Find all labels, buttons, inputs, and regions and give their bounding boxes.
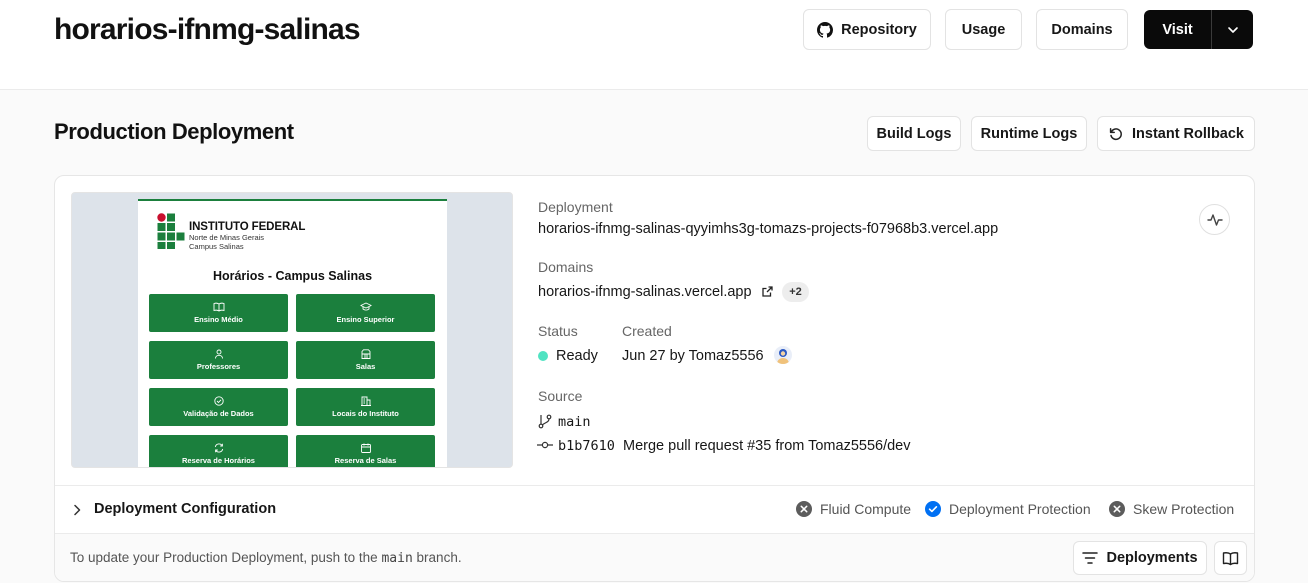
instant-rollback-label: Instant Rollback (1132, 125, 1244, 142)
project-title: horarios-ifnmg-salinas (54, 13, 361, 46)
x-circle-icon (1109, 501, 1125, 517)
domains-label: Domains (1051, 21, 1113, 38)
footer-text-before: To update your Production Deployment, pu… (70, 550, 378, 565)
build-logs-label: Build Logs (876, 125, 952, 142)
deployment-url-link[interactable]: horarios-ifnmg-salinas-qyyimhs3g-tomazs-… (538, 221, 998, 237)
observability-button[interactable] (1199, 204, 1230, 235)
institute-name: INSTITUTO FEDERAL (189, 221, 306, 233)
preview-page: INSTITUTO FEDERAL Norte de Minas Gerais … (138, 199, 447, 467)
tile-label: Validação de Dados (183, 409, 254, 418)
tile-validacao: Validação de Dados (149, 388, 288, 426)
created-label: Created (622, 323, 672, 339)
status-label: Status (538, 323, 578, 339)
institute-logo-icon (157, 213, 185, 249)
domains-button[interactable]: Domains (1036, 9, 1128, 50)
commit-hash-link[interactable]: b1b7610 (558, 438, 615, 454)
tile-label: Reserva de Salas (334, 456, 397, 465)
x-circle-icon (796, 501, 812, 517)
institute-subtitle-1: Norte de Minas Gerais (189, 233, 265, 242)
deployment-label: Deployment (538, 199, 613, 215)
tile-label: Locais do Instituto (332, 409, 399, 418)
tile-label: Reserva de Horários (182, 456, 255, 465)
footer-branch: main (381, 551, 413, 566)
instant-rollback-button[interactable]: Instant Rollback (1097, 116, 1255, 151)
deployments-button[interactable]: Deployments (1073, 541, 1207, 575)
visit-split-button: Visit (1144, 10, 1253, 49)
skew-protection-status: Skew Protection (1109, 501, 1234, 517)
deployment-configuration-label: Deployment Configuration (94, 501, 277, 517)
source-label: Source (538, 388, 583, 404)
avatar[interactable] (774, 346, 792, 364)
tile-label: Salas (355, 362, 376, 371)
project-header: horarios-ifnmg-salinas Repository Usage … (0, 0, 1308, 90)
user-icon (214, 349, 223, 359)
book-icon (213, 302, 224, 312)
usage-button[interactable]: Usage (945, 9, 1022, 50)
rollback-icon (1109, 127, 1122, 140)
institute-name-block: INSTITUTO FEDERAL Norte de Minas Gerais … (189, 221, 305, 251)
preview-page-title: Horários - Campus Salinas (212, 269, 373, 283)
check-circle-icon (925, 501, 941, 517)
docs-button[interactable] (1214, 541, 1247, 575)
book-open-icon (1222, 551, 1239, 565)
tile-ensino-superior: Ensino Superior (296, 294, 435, 332)
graduation-cap-icon (359, 302, 372, 311)
build-logs-button[interactable]: Build Logs (867, 116, 961, 151)
tile-label: Ensino Médio (194, 315, 243, 324)
deployment-protection-label: Deployment Protection (949, 501, 1091, 517)
refresh-icon (214, 443, 223, 453)
deployment-preview[interactable]: INSTITUTO FEDERAL Norte de Minas Gerais … (71, 192, 513, 468)
runtime-logs-label: Runtime Logs (980, 125, 1078, 142)
check-circle-icon (213, 396, 224, 406)
activity-icon (1206, 213, 1223, 226)
domain-link[interactable]: horarios-ifnmg-salinas.vercel.app (538, 284, 752, 300)
card-footer: To update your Production Deployment, pu… (55, 533, 1254, 581)
tile-salas: Salas (296, 341, 435, 379)
created-value: Jun 27 by Tomaz5556 (622, 348, 764, 364)
repository-label: Repository (841, 21, 917, 38)
chevron-right-icon (74, 504, 81, 516)
calendar-icon (360, 443, 371, 453)
tile-ensino-medio: Ensino Médio (149, 294, 288, 332)
deployment-protection-status: Deployment Protection (925, 501, 1091, 517)
status-dot (538, 351, 548, 361)
tile-label: Ensino Superior (336, 315, 395, 324)
external-link-icon[interactable] (762, 286, 773, 297)
tile-reserva-salas: Reserva de Salas (296, 435, 435, 467)
building-icon (360, 396, 371, 406)
branch-link[interactable]: main (558, 414, 591, 430)
fluid-compute-label: Fluid Compute (820, 501, 912, 517)
filter-icon (1082, 552, 1099, 564)
door-icon (361, 349, 370, 359)
git-branch-icon (538, 414, 552, 429)
usage-label: Usage (961, 21, 1006, 38)
tile-professores: Professores (149, 341, 288, 379)
git-commit-icon (537, 441, 553, 449)
tile-label: Professores (196, 362, 241, 371)
github-icon (817, 21, 834, 38)
visit-button[interactable]: Visit (1144, 10, 1212, 49)
runtime-logs-button[interactable]: Runtime Logs (971, 116, 1087, 151)
footer-hint: To update your Production Deployment, pu… (70, 550, 462, 566)
tile-reserva-horarios: Reserva de Horários (149, 435, 288, 467)
tile-locais: Locais do Instituto (296, 388, 435, 426)
footer-text-after: branch. (416, 550, 462, 565)
commit-message: Merge pull request #35 from Tomaz5556/de… (623, 438, 911, 454)
user-avatar-icon (777, 349, 789, 364)
institute-subtitle-2: Campus Salinas (189, 242, 244, 251)
extra-domains-badge[interactable]: +2 (782, 282, 809, 302)
deployment-configuration-bar[interactable]: Deployment Configuration Fluid Compute D… (55, 485, 1254, 533)
chevron-down-icon (1227, 26, 1238, 33)
skew-protection-label: Skew Protection (1133, 501, 1235, 517)
domains-label: Domains (538, 259, 594, 275)
deployments-label: Deployments (1106, 550, 1198, 566)
repository-button[interactable]: Repository (803, 9, 931, 50)
visit-dropdown-button[interactable] (1212, 10, 1253, 49)
production-deployment-title: Production Deployment (54, 119, 294, 144)
fluid-compute-status: Fluid Compute (796, 501, 911, 517)
deployment-card: INSTITUTO FEDERAL Norte de Minas Gerais … (54, 175, 1255, 582)
status-value: Ready (556, 348, 598, 364)
